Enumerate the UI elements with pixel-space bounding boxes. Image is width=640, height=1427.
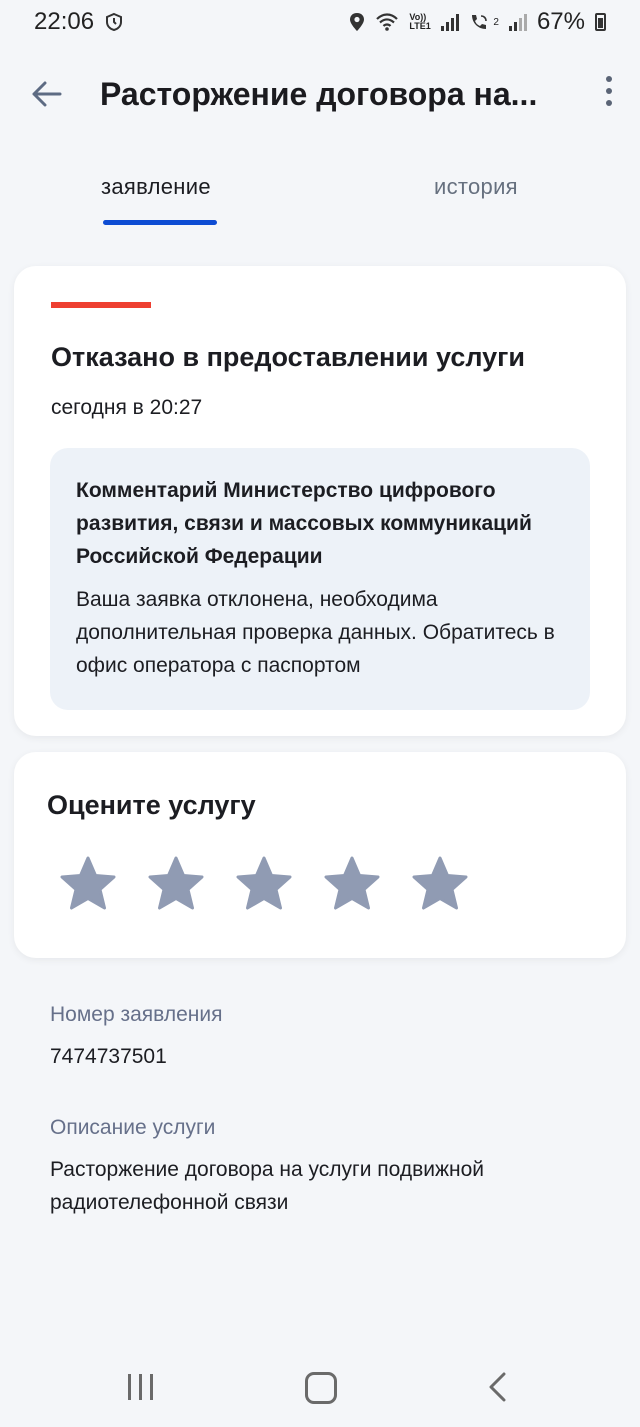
- tab-application[interactable]: заявление: [101, 174, 211, 200]
- tab-indicator: [103, 220, 217, 225]
- dot-icon: [606, 88, 612, 94]
- rating-card: Оцените услугу: [14, 752, 626, 958]
- status-bar: 22:06 Vo)) LTE1 2 67%: [0, 0, 640, 44]
- service-description-label: Описание услуги: [50, 1116, 216, 1139]
- comment-text: Ваша заявка отклонена, необходима дополн…: [76, 588, 555, 677]
- dot-icon: [606, 100, 612, 106]
- more-options-button[interactable]: [606, 76, 612, 106]
- status-time: 22:06: [34, 8, 95, 35]
- service-description-value: Расторжение договора на услуги подвижной…: [50, 1158, 485, 1214]
- back-button[interactable]: [22, 69, 72, 119]
- system-nav-bar: [0, 1352, 640, 1427]
- battery-percent: 67%: [536, 8, 585, 35]
- recents-button[interactable]: [128, 1374, 153, 1400]
- system-back-button[interactable]: [488, 1372, 508, 1402]
- star-icon-1[interactable]: [60, 856, 116, 912]
- tab-bar: заявление история: [0, 160, 640, 230]
- dot-icon: [606, 76, 612, 82]
- status-card: Отказано в предоставлении услуги сегодня…: [14, 266, 626, 736]
- battery-icon: [595, 13, 606, 31]
- status-accent-bar: [51, 302, 151, 308]
- tab-history[interactable]: история: [434, 174, 518, 200]
- star-icon-3[interactable]: [236, 856, 292, 912]
- location-icon: [350, 13, 365, 31]
- wifi-calling-icon: [472, 15, 488, 29]
- star-rating: [60, 856, 468, 912]
- comment-title: Комментарий Министерство цифрового разви…: [76, 479, 532, 568]
- arrow-left-icon: [32, 81, 62, 107]
- application-number-value: 7474737501: [50, 1045, 167, 1068]
- sim2-label: 2: [493, 16, 499, 28]
- application-number-label: Номер заявления: [50, 1003, 223, 1026]
- status-time-label: сегодня в 20:27: [51, 396, 203, 419]
- star-icon-2[interactable]: [148, 856, 204, 912]
- page-title: Расторжение договора на...: [100, 75, 538, 112]
- home-button[interactable]: [305, 1372, 337, 1404]
- volte-label: Vo)) LTE1: [409, 12, 431, 31]
- signal-sim2-icon: [508, 13, 527, 31]
- alarm-icon: [106, 12, 123, 32]
- rating-title: Оцените услугу: [47, 790, 256, 820]
- star-icon-4[interactable]: [324, 856, 380, 912]
- star-icon-5[interactable]: [412, 856, 468, 912]
- comment-box: Комментарий Министерство цифрового разви…: [50, 448, 590, 710]
- wifi-icon: [376, 13, 399, 31]
- app-bar: Расторжение договора на...: [0, 60, 640, 128]
- signal-sim1-icon: [441, 13, 460, 31]
- status-title: Отказано в предоставлении услуги: [51, 342, 525, 372]
- recents-icon: [128, 1374, 131, 1400]
